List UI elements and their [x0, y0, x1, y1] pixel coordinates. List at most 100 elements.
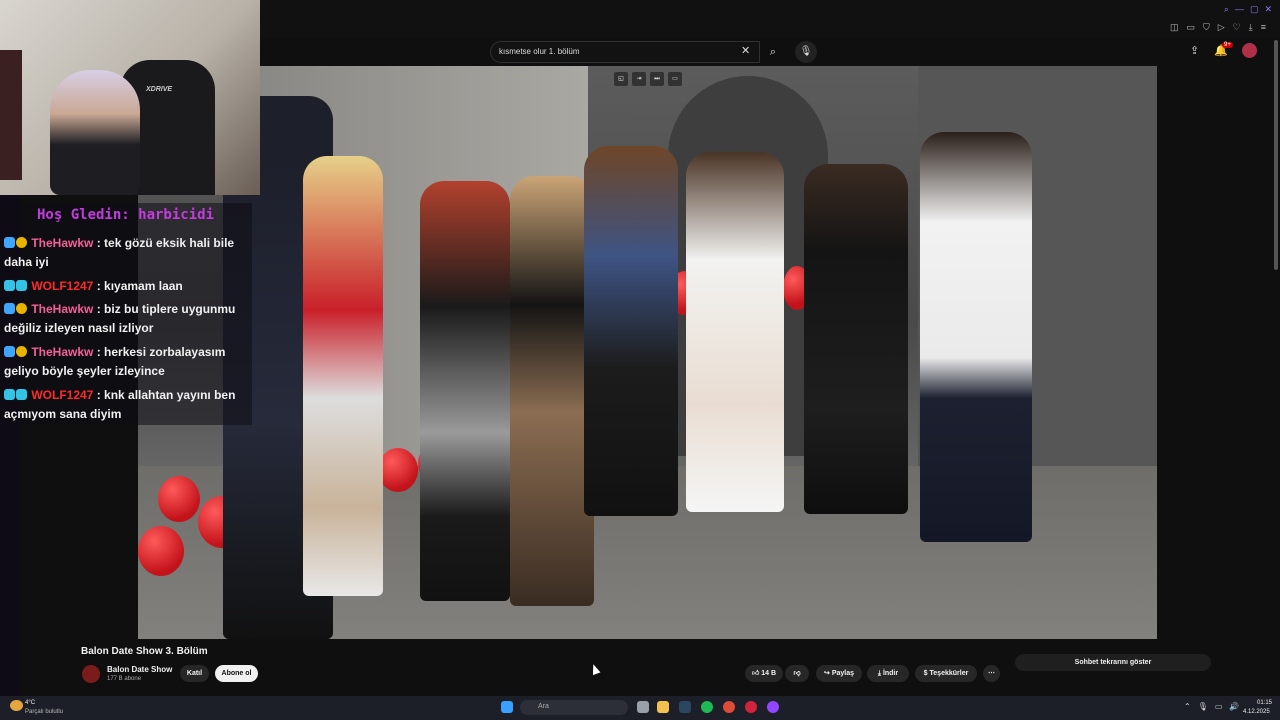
player-overlay-controls: ◱ ⇥ ⏭ ▭: [614, 72, 682, 86]
badge-icon: [16, 303, 27, 314]
like-button[interactable]: 👍︎ 14 B: [745, 665, 783, 682]
task-view-icon[interactable]: [637, 701, 649, 713]
badge-icon: [16, 237, 27, 248]
steam-icon[interactable]: [679, 701, 691, 713]
chat-username: TheHawkw: [31, 302, 94, 316]
person: [804, 164, 908, 514]
balloon: [158, 476, 200, 522]
spotify-icon[interactable]: [701, 701, 713, 713]
chat-replay-button[interactable]: Sohbet tekrarını göster: [1015, 654, 1211, 671]
download-label: İndir: [882, 670, 899, 677]
search-button[interactable]: ⌕: [760, 41, 786, 63]
person: [303, 156, 383, 596]
chat-message: TheHawkw : biz bu tiplere uygunmu değili…: [4, 300, 250, 338]
twitch-icon[interactable]: [767, 701, 779, 713]
start-icon[interactable]: [501, 701, 513, 713]
channel-name[interactable]: Balon Date Show: [107, 665, 172, 674]
quality-icon[interactable]: ▭: [668, 72, 682, 86]
thanks-label: Teşekkürler: [929, 670, 969, 677]
like-count: 14 B: [761, 670, 777, 677]
weather-description: Parçalı bulutlu: [25, 709, 64, 715]
download-button[interactable]: ⤓ İndir: [867, 665, 909, 682]
search-icon[interactable]: ⌕: [1224, 4, 1229, 15]
play-icon[interactable]: ▷: [1218, 22, 1225, 33]
maximize-icon[interactable]: ▢: [1250, 4, 1259, 15]
chat-message: TheHawkw : tek gözü eksik hali bile daha…: [4, 234, 250, 272]
balloon: [378, 448, 418, 492]
mic-tray-icon[interactable]: 🎙: [1198, 702, 1208, 711]
mic-icon: 🎙: [799, 46, 813, 57]
subscribe-button[interactable]: Abone ol: [215, 665, 258, 682]
next-icon[interactable]: ⏭: [650, 72, 664, 86]
badge-icon: [16, 389, 27, 400]
account-avatar[interactable]: [1242, 43, 1257, 58]
thumbs-up-icon: 👍︎: [751, 670, 760, 677]
subscriber-count: 177 B abone: [107, 676, 142, 682]
voice-search-button[interactable]: 🎙: [795, 41, 817, 63]
theater-icon[interactable]: ⇥: [632, 72, 646, 86]
file-explorer-icon[interactable]: [657, 701, 669, 713]
mouse-cursor: [589, 662, 601, 676]
bookmark-icon[interactable]: ▭: [1186, 22, 1195, 33]
system-tray: ⌃ 🎙 ▭ 🔊: [1184, 702, 1239, 711]
share-button[interactable]: ↪ Paylaş: [816, 665, 862, 682]
thanks-icon: $: [923, 670, 928, 677]
chat-message: WOLF1247 : knk allahtan yayını ben açmıy…: [4, 386, 250, 424]
badge-icon: [16, 346, 27, 357]
shield-icon[interactable]: ⛉: [1203, 22, 1210, 33]
page-scrollbar[interactable]: [1274, 40, 1278, 270]
clock-date[interactable]: 4.12.2025: [1243, 709, 1270, 715]
network-icon[interactable]: ▭: [1215, 702, 1223, 711]
badge-icon: [4, 389, 15, 400]
chat-username: WOLF1247: [31, 388, 94, 402]
extension-icon[interactable]: ◫: [1170, 22, 1179, 33]
heart-icon[interactable]: ♡: [1233, 22, 1241, 33]
share-label: Paylaş: [831, 670, 854, 677]
person: [584, 146, 678, 516]
thanks-button[interactable]: $ Teşekkürler: [915, 665, 977, 682]
channel-avatar[interactable]: [82, 665, 100, 683]
badge-icon: [4, 280, 15, 291]
clear-search-icon[interactable]: ✕: [741, 44, 750, 57]
minimize-icon[interactable]: —: [1235, 4, 1244, 15]
person: [686, 152, 784, 512]
share-icon: ↪: [823, 670, 830, 677]
webcam-room-shelf: [0, 50, 22, 180]
menu-icon[interactable]: ≡: [1261, 22, 1266, 33]
chat-username: TheHawkw: [31, 345, 94, 359]
window-controls: ⌕ — ▢ ✕: [1224, 4, 1272, 15]
search-icon: ⌕: [769, 46, 777, 58]
badge-icon: [4, 346, 15, 357]
miniplayer-icon[interactable]: ◱: [614, 72, 628, 86]
webcam-overlay: XDRIVE: [0, 0, 260, 195]
dislike-button[interactable]: 👎︎: [785, 665, 809, 682]
volume-icon[interactable]: 🔊: [1229, 702, 1239, 711]
weather-temperature: 4°C: [25, 700, 36, 706]
chair-brand-label: XDRIVE: [146, 86, 173, 93]
webcam-streamer: [50, 70, 140, 195]
balloon: [138, 526, 184, 576]
thumbs-down-icon: 👎︎: [793, 670, 801, 677]
join-button[interactable]: Katıl: [180, 665, 209, 682]
close-icon[interactable]: ✕: [1264, 4, 1272, 15]
download-icon: ⤓: [877, 670, 881, 677]
chat-message: TheHawkw : herkesi zorbalayasım geliyo b…: [4, 343, 250, 381]
download-icon[interactable]: ⤓: [1249, 22, 1253, 33]
extension-icons: ◫ ▭ ⛉ ▷ ♡ ⤓ ≡: [1170, 22, 1266, 33]
notification-count-badge: 9+: [1222, 42, 1233, 48]
person: [920, 132, 1032, 542]
badge-icon: [16, 280, 27, 291]
search-input[interactable]: kısmetse olur 1. bölüm: [490, 41, 760, 63]
person: [420, 181, 510, 601]
video-player[interactable]: [138, 66, 1157, 639]
person: [510, 176, 594, 606]
chrome-icon[interactable]: [723, 701, 735, 713]
opera-icon[interactable]: [745, 701, 757, 713]
weather-icon[interactable]: [10, 700, 23, 711]
video-title: Balon Date Show 3. Bölüm: [81, 646, 208, 657]
more-actions-button[interactable]: ⋯: [983, 665, 1000, 682]
taskbar-search[interactable]: Ara: [520, 700, 628, 715]
upload-icon[interactable]: ⇪: [1190, 44, 1199, 57]
clock-time[interactable]: 01:15: [1250, 700, 1272, 706]
tray-chevron-icon[interactable]: ⌃: [1184, 702, 1191, 711]
